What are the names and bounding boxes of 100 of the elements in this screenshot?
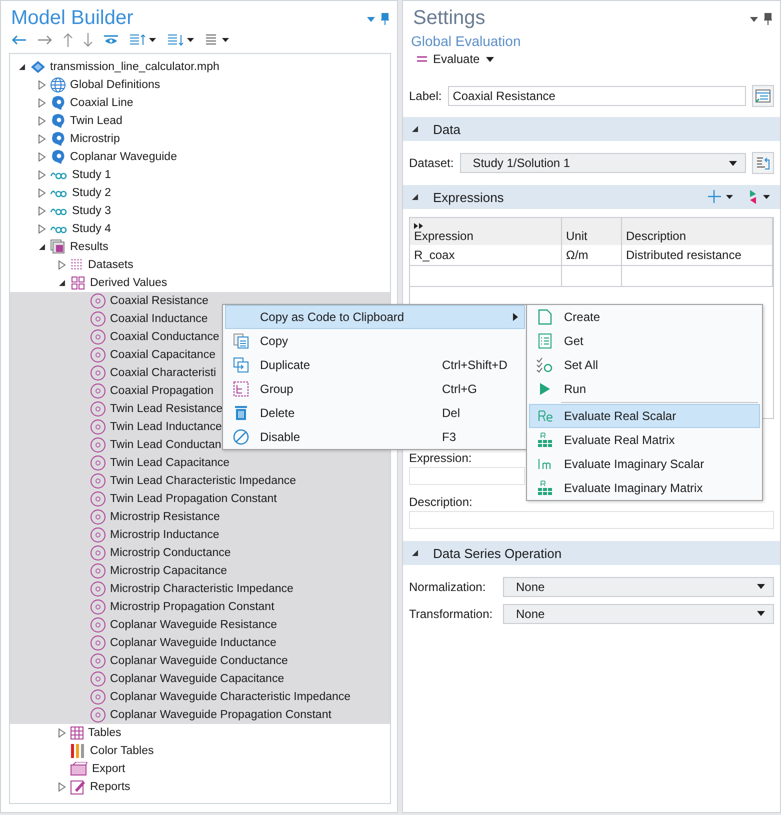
tree-item[interactable]: Study 2	[10, 184, 390, 202]
tree-item[interactable]: Coplanar Waveguide Conductance	[10, 652, 390, 670]
table-cell[interactable]	[410, 266, 562, 287]
sort-down-icon[interactable]	[167, 33, 195, 47]
tree-item[interactable]: Coaxial Line	[10, 94, 390, 112]
value-icon	[90, 347, 106, 363]
down-arrow-icon[interactable]	[83, 32, 93, 48]
table-cell: R_coax	[410, 245, 562, 266]
tree-item[interactable]: Global Definitions	[10, 76, 390, 94]
menu-item[interactable]: Evaluate Imaginary Scalar	[529, 452, 760, 476]
description-field[interactable]	[409, 511, 774, 529]
tree-item[interactable]: Study 1	[10, 166, 390, 184]
tree-item[interactable]: Microstrip Characteristic Impedance	[10, 580, 390, 598]
dataset-action-button[interactable]	[752, 152, 774, 174]
menu-item[interactable]: Evaluate Real Scalar	[529, 404, 760, 428]
sort-up-icon[interactable]	[129, 33, 157, 47]
collapse-icon[interactable]	[38, 243, 46, 251]
tree-item[interactable]: Twin Lead Propagation Constant	[10, 490, 390, 508]
tree-item[interactable]: Microstrip Inductance	[10, 526, 390, 544]
evaluate-button[interactable]: Evaluate	[405, 49, 506, 69]
table-cell[interactable]	[562, 266, 622, 287]
section-header[interactable]: Data Series Operation	[403, 541, 780, 565]
datasets-icon	[70, 258, 84, 272]
tree-item[interactable]: transmission_line_calculator.mph	[10, 58, 390, 76]
pin-icon[interactable]	[381, 13, 389, 25]
tree-item[interactable]: Microstrip Conductance	[10, 544, 390, 562]
collapse-icon[interactable]	[411, 549, 419, 557]
menu-item[interactable]: Get	[529, 329, 760, 353]
tree-item[interactable]: Coplanar Waveguide Propagation Constant	[10, 706, 390, 724]
collapse-icon[interactable]	[18, 63, 26, 71]
section-header[interactable]: Expressions	[403, 185, 780, 209]
menu-item[interactable]: Create	[529, 305, 760, 329]
tree-item[interactable]: Tables	[10, 724, 390, 742]
derived-values-icon	[70, 275, 86, 291]
tree-item[interactable]: Microstrip Resistance	[10, 508, 390, 526]
back-arrow-icon[interactable]	[11, 35, 27, 45]
menu-item[interactable]: Set All	[529, 353, 760, 377]
double-arrow-icon[interactable]	[414, 223, 424, 229]
tree-item[interactable]: Derived Values	[10, 274, 390, 292]
column-header[interactable]: Unit	[562, 218, 622, 245]
option-dropdown[interactable]: None	[503, 576, 774, 596]
tree-item[interactable]: Study 4	[10, 220, 390, 238]
tree-item[interactable]: Results	[10, 238, 390, 256]
value-icon	[90, 527, 106, 543]
menu-item[interactable]: Evaluate Real Matrix	[529, 428, 760, 452]
value-icon	[90, 419, 106, 435]
collapse-icon[interactable]	[58, 279, 66, 287]
export-icon	[70, 762, 88, 776]
tree-item[interactable]: Reports	[10, 778, 390, 796]
expand-icon[interactable]	[58, 728, 66, 738]
tree-item[interactable]: Coplanar Waveguide Capacitance	[10, 670, 390, 688]
panel-title: Settings	[413, 6, 486, 31]
study-icon	[50, 206, 68, 216]
field-label: Transformation:	[409, 606, 494, 620]
component-icon	[50, 131, 66, 147]
tree-item[interactable]: Study 3	[10, 202, 390, 220]
column-header[interactable]: Description	[622, 218, 773, 245]
real-icon	[537, 410, 553, 422]
menu-item[interactable]: Copy as Code to Clipboard	[225, 305, 525, 329]
section-header[interactable]: Data	[403, 117, 780, 141]
tree-item[interactable]: Twin Lead	[10, 112, 390, 130]
eye-icon[interactable]	[103, 34, 119, 46]
expand-icon[interactable]	[58, 260, 66, 270]
expand-icon[interactable]	[58, 782, 66, 792]
table-cell[interactable]	[622, 266, 773, 287]
label-field[interactable]: Coaxial Resistance	[448, 86, 746, 106]
tree-item[interactable]: Coplanar Waveguide Characteristic Impedance	[10, 688, 390, 706]
tree-item[interactable]: Microstrip Propagation Constant	[10, 598, 390, 616]
dataset-dropdown[interactable]: Study 1/Solution 1	[460, 153, 746, 173]
table-icon	[70, 726, 84, 740]
tree-item[interactable]: Twin Lead Capacitance	[10, 454, 390, 472]
tree-item[interactable]: Twin Lead Characteristic Impedance	[10, 472, 390, 490]
tree-item[interactable]: Microstrip	[10, 130, 390, 148]
expression-field[interactable]	[409, 467, 525, 485]
table-cell: Ω/m	[562, 245, 622, 266]
label-action-button[interactable]	[752, 85, 774, 107]
forward-arrow-icon[interactable]	[37, 35, 53, 45]
value-icon	[90, 293, 106, 309]
imaginary-matrix-icon	[537, 480, 553, 496]
tree-item[interactable]: Export	[10, 760, 390, 778]
collapse-icon[interactable]	[411, 125, 419, 133]
tree-item[interactable]: Coplanar Waveguide Resistance	[10, 616, 390, 634]
collapse-icon[interactable]	[411, 193, 419, 201]
value-icon	[90, 599, 106, 615]
option-dropdown[interactable]: None	[503, 604, 774, 624]
tree-item[interactable]: Coplanar Waveguide Inductance	[10, 634, 390, 652]
tree-item[interactable]: Microstrip Capacitance	[10, 562, 390, 580]
up-arrow-icon[interactable]	[63, 32, 73, 48]
component-icon	[50, 113, 66, 129]
menu-item[interactable]: Evaluate Imaginary Matrix	[529, 476, 760, 500]
pin-icon[interactable]	[764, 13, 772, 25]
value-icon	[90, 617, 106, 633]
tree-item[interactable]: Coplanar Waveguide	[10, 148, 390, 166]
caret-icon	[729, 160, 737, 166]
column-header[interactable]: Expression	[410, 218, 562, 245]
menu-item[interactable]: Run	[529, 377, 760, 401]
tree-item[interactable]: Datasets	[10, 256, 390, 274]
tree-item[interactable]: Color Tables	[10, 742, 390, 760]
flag-icon[interactable]	[748, 190, 772, 204]
add-icon[interactable]	[708, 190, 734, 204]
